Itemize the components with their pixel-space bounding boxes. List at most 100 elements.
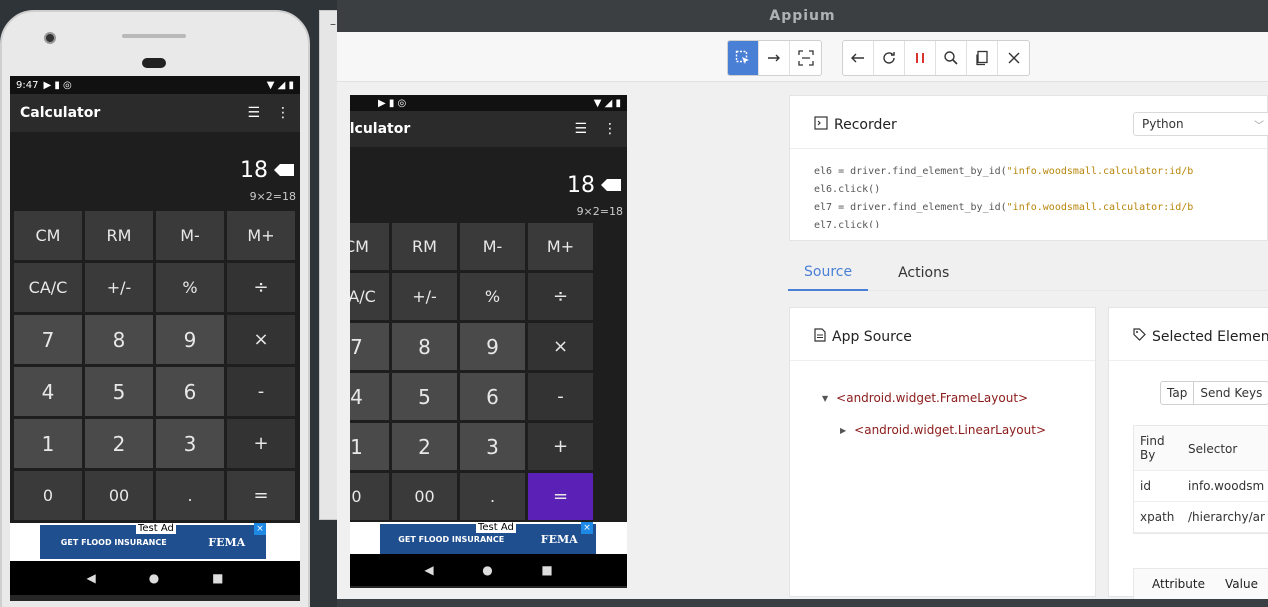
shot-keypad: CM RM M- M+ CA/C +/- % ÷ 7 8 9 × 4 5 6 -…	[350, 221, 627, 522]
nav-recents-icon[interactable]: ■	[212, 571, 223, 585]
shot-nav-recents-icon[interactable]: ■	[541, 563, 552, 577]
key-00[interactable]: 00	[85, 471, 153, 520]
system-icons: ▼ ◢ ▮	[266, 79, 294, 91]
send-keys-button[interactable]: Send Keys	[1194, 382, 1268, 404]
shot-key-minus[interactable]: -	[528, 373, 593, 420]
shot-key-cm[interactable]: CM	[350, 223, 389, 270]
shot-key-dot[interactable]: .	[460, 473, 525, 520]
refresh-icon[interactable]	[874, 41, 905, 75]
shot-key-percent[interactable]: %	[460, 273, 525, 320]
key-dot[interactable]: .	[156, 471, 224, 520]
shot-ad-text: GET FLOOD INSURANCE	[398, 534, 505, 544]
copy-xml-icon[interactable]	[967, 41, 998, 75]
key-2[interactable]: 2	[85, 419, 153, 468]
key-m-minus[interactable]: M-	[156, 211, 224, 260]
shot-key-m-plus[interactable]: M+	[528, 223, 593, 270]
key-divide[interactable]: ÷	[227, 263, 295, 312]
shot-ad-close-icon[interactable]: ×	[581, 522, 593, 534]
back-icon[interactable]	[843, 41, 874, 75]
calc-result: 18	[240, 158, 268, 183]
horizontal-scrollbar[interactable]	[337, 599, 1268, 607]
shot-key-3[interactable]: 3	[460, 423, 525, 470]
caret-right-icon[interactable]: ▶	[840, 426, 846, 435]
earpiece	[142, 58, 166, 68]
element-action-buttons: Tap Send Keys	[1160, 381, 1268, 405]
key-plus[interactable]: +	[227, 419, 295, 468]
recorder-panel: Recorder Python ﹀ el6 = driver.find_elem…	[789, 95, 1268, 241]
key-9[interactable]: 9	[156, 315, 224, 364]
tree-node-linearlayout[interactable]: ▶ <android.widget.LinearLayout>	[840, 423, 1046, 437]
search-icon[interactable]	[936, 41, 967, 75]
selector-cell[interactable]: /hierarchy/ar	[1182, 502, 1268, 532]
key-5[interactable]: 5	[85, 367, 153, 416]
key-sign[interactable]: +/-	[85, 263, 153, 312]
shot-key-multiply[interactable]: ×	[528, 323, 593, 370]
shot-key-2[interactable]: 2	[392, 423, 457, 470]
key-equals[interactable]: =	[227, 471, 295, 520]
key-0[interactable]: 0	[14, 471, 82, 520]
key-clear[interactable]: CA/C	[14, 263, 82, 312]
key-cm[interactable]: CM	[14, 211, 82, 260]
shot-history-icon[interactable]: ☰	[574, 121, 587, 137]
shot-nav-back-icon[interactable]: ◀	[424, 563, 433, 577]
key-6[interactable]: 6	[156, 367, 224, 416]
key-rm[interactable]: RM	[85, 211, 153, 260]
shot-backspace-icon[interactable]	[601, 179, 621, 191]
shot-key-5[interactable]: 5	[392, 373, 457, 420]
shot-key-00[interactable]: 00	[392, 473, 457, 520]
caret-down-icon[interactable]: ▼	[822, 394, 828, 403]
backspace-icon[interactable]	[274, 164, 294, 176]
overflow-menu-icon[interactable]: ⋮	[276, 105, 290, 121]
quit-session-icon[interactable]	[998, 41, 1029, 75]
shot-system-icons: ▼ ◢ ▮	[593, 97, 621, 109]
shot-key-equals-selected[interactable]: =	[528, 473, 593, 520]
shot-key-rm[interactable]: RM	[392, 223, 457, 270]
key-percent[interactable]: %	[156, 263, 224, 312]
key-4[interactable]: 4	[14, 367, 82, 416]
key-3[interactable]: 3	[156, 419, 224, 468]
recorded-code[interactable]: el6 = driver.find_element_by_id("info.wo…	[790, 148, 1267, 228]
tab-source[interactable]: Source	[788, 255, 869, 291]
select-element-icon[interactable]	[728, 41, 759, 75]
shot-ad-container[interactable]: GET FLOOD INSURANCE FEMA Test Ad ×	[350, 522, 627, 554]
chevron-down-icon: ﹀	[1254, 120, 1264, 132]
emulator-screen[interactable]: 9:47 ▶ ▮ ◎ ▼ ◢ ▮ Calculator ☰ ⋮ 18 9×2=1…	[10, 76, 300, 601]
device-screenshot[interactable]: ▶ ▮ ◎ ▼ ◢ ▮ Calculator ☰ ⋮ 18 9×2=18 CM …	[350, 95, 627, 588]
shot-key-0[interactable]: 0	[350, 473, 389, 520]
tree-node-framelayout[interactable]: ▼ <android.widget.FrameLayout>	[822, 391, 1028, 405]
tab-actions[interactable]: Actions	[882, 255, 965, 291]
key-8[interactable]: 8	[85, 315, 153, 364]
nav-back-icon[interactable]: ◀	[86, 571, 95, 585]
key-minus[interactable]: -	[227, 367, 295, 416]
minimize-button[interactable]: –	[330, 17, 336, 31]
shot-key-1[interactable]: 1	[350, 423, 389, 470]
shot-key-7[interactable]: 7	[350, 323, 389, 370]
shot-key-4[interactable]: 4	[350, 373, 389, 420]
key-7[interactable]: 7	[14, 315, 82, 364]
shot-key-9[interactable]: 9	[460, 323, 525, 370]
language-select[interactable]: Python ﹀	[1133, 112, 1268, 136]
shot-nav-home-icon[interactable]: ●	[482, 563, 492, 577]
recorder-header: Recorder	[814, 116, 897, 134]
tap-button[interactable]: Tap	[1161, 382, 1195, 404]
shot-key-m-minus[interactable]: M-	[460, 223, 525, 270]
ad-close-icon[interactable]: ×	[254, 523, 266, 535]
app-source-header: App Source	[814, 328, 912, 346]
history-icon[interactable]: ☰	[247, 105, 260, 121]
swipe-icon[interactable]	[759, 41, 790, 75]
shot-key-clear[interactable]: CA/C	[350, 273, 389, 320]
key-multiply[interactable]: ×	[227, 315, 295, 364]
ad-container[interactable]: GET FLOOD INSURANCE FEMA Test Ad ×	[10, 523, 300, 561]
selector-cell[interactable]: info.woodsm	[1182, 471, 1268, 501]
shot-key-plus[interactable]: +	[528, 423, 593, 470]
key-m-plus[interactable]: M+	[227, 211, 295, 260]
shot-key-6[interactable]: 6	[460, 373, 525, 420]
shot-key-sign[interactable]: +/-	[392, 273, 457, 320]
shot-overflow-menu-icon[interactable]: ⋮	[603, 121, 617, 137]
nav-home-icon[interactable]: ●	[149, 571, 159, 585]
tap-coordinates-icon[interactable]	[790, 41, 821, 75]
shot-key-8[interactable]: 8	[392, 323, 457, 370]
shot-key-divide[interactable]: ÷	[528, 273, 593, 320]
pause-icon[interactable]	[905, 41, 936, 75]
key-1[interactable]: 1	[14, 419, 82, 468]
